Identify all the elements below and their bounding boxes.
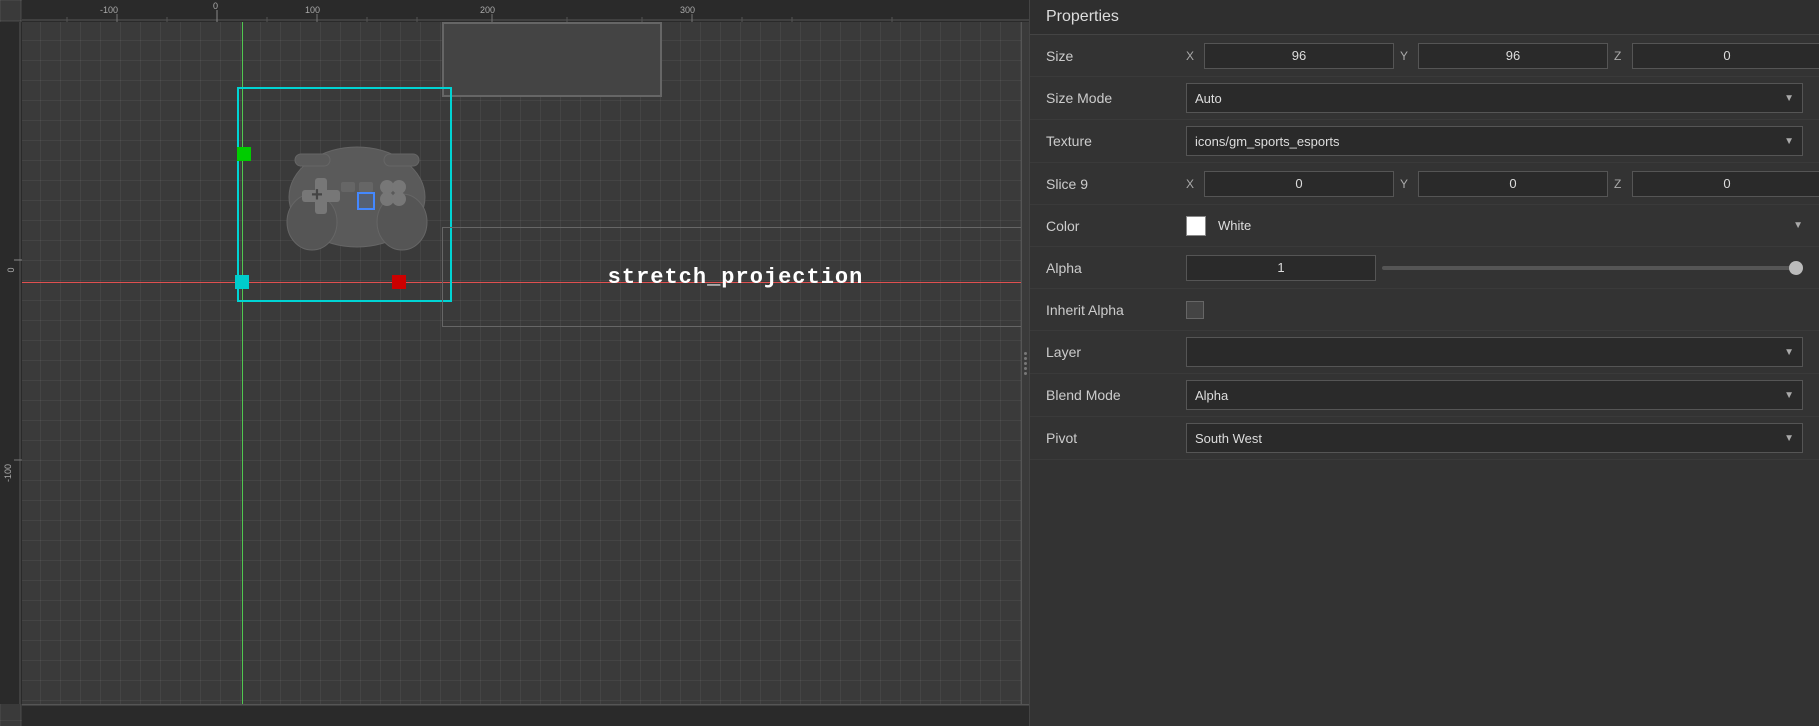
size-y-group: Y	[1400, 43, 1608, 69]
handle-bottom-left[interactable]	[235, 275, 249, 289]
size-z-input[interactable]	[1632, 43, 1819, 69]
svg-text:-100: -100	[3, 464, 13, 482]
size-z-group: Z	[1614, 43, 1819, 69]
prop-row-blend-mode: Blend Mode Alpha ▼	[1030, 374, 1819, 417]
prop-row-layer: Layer ▼	[1030, 331, 1819, 374]
color-label: Color	[1046, 218, 1186, 234]
gray-rect-top	[442, 22, 662, 97]
blend-mode-label: Blend Mode	[1046, 387, 1186, 403]
stretch-projection-box: stretch_projection	[442, 227, 1029, 327]
size-x-input[interactable]	[1204, 43, 1394, 69]
slice9-y-input[interactable]	[1418, 171, 1608, 197]
prop-row-inherit-alpha: Inherit Alpha	[1030, 289, 1819, 331]
slice9-y-label: Y	[1400, 177, 1414, 191]
divider-dot	[1024, 352, 1027, 355]
blend-mode-dropdown[interactable]: Alpha ▼	[1186, 380, 1803, 410]
pivot-dropdown[interactable]: South West ▼	[1186, 423, 1803, 453]
divider-dot	[1024, 367, 1027, 370]
size-mode-text: Auto	[1195, 91, 1222, 106]
size-x-group: X	[1186, 43, 1394, 69]
texture-label: Texture	[1046, 133, 1186, 149]
blue-selection-square	[357, 192, 375, 210]
alpha-thumb[interactable]	[1789, 261, 1803, 275]
slice9-label: Slice 9	[1046, 176, 1186, 192]
pivot-arrow: ▼	[1784, 433, 1794, 444]
color-value: White ▼	[1186, 216, 1803, 236]
color-dropdown-arrow: ▼	[1793, 220, 1803, 231]
svg-text:300: 300	[680, 5, 695, 15]
properties-panel: Properties Size X Y Z Size Mode Auto ▼	[1029, 0, 1819, 726]
prop-row-texture: Texture icons/gm_sports_esports ▼	[1030, 120, 1819, 163]
prop-row-pivot: Pivot South West ▼	[1030, 417, 1819, 460]
size-y-input[interactable]	[1418, 43, 1608, 69]
stretch-projection-label: stretch_projection	[608, 265, 864, 290]
svg-text:0: 0	[213, 1, 218, 11]
color-name-text: White	[1218, 218, 1251, 233]
slice9-x-input[interactable]	[1204, 171, 1394, 197]
blend-mode-arrow: ▼	[1784, 390, 1794, 401]
pivot-value: South West ▼	[1186, 423, 1803, 453]
size-y-label: Y	[1400, 49, 1414, 63]
pivot-text: South West	[1195, 431, 1262, 446]
alpha-slider-container	[1382, 266, 1803, 270]
texture-arrow: ▼	[1784, 136, 1794, 147]
layer-value: ▼	[1186, 337, 1803, 367]
size-x-label: X	[1186, 49, 1200, 63]
svg-text:200: 200	[480, 5, 495, 15]
divider-dot	[1024, 362, 1027, 365]
svg-text:0: 0	[6, 267, 16, 272]
size-value: X Y Z	[1186, 43, 1819, 69]
size-mode-dropdown[interactable]: Auto ▼	[1186, 83, 1803, 113]
svg-text:-100: -100	[100, 5, 118, 15]
slice9-value: X Y Z W	[1186, 171, 1819, 197]
layer-dropdown[interactable]: ▼	[1186, 337, 1803, 367]
alpha-label: Alpha	[1046, 260, 1186, 276]
prop-row-alpha: Alpha	[1030, 247, 1819, 289]
slice9-z-group: Z	[1614, 171, 1819, 197]
texture-dropdown[interactable]: icons/gm_sports_esports ▼	[1186, 126, 1803, 156]
handle-top-left[interactable]	[237, 147, 251, 161]
size-mode-label: Size Mode	[1046, 90, 1186, 106]
divider-dot	[1024, 357, 1027, 360]
size-mode-arrow: ▼	[1784, 93, 1794, 104]
color-swatch[interactable]	[1186, 216, 1206, 236]
ruler-top: -100 0 100 200 300	[22, 0, 1029, 22]
layer-arrow: ▼	[1784, 347, 1794, 358]
alpha-input[interactable]	[1186, 255, 1376, 281]
texture-text: icons/gm_sports_esports	[1195, 134, 1340, 149]
prop-row-size-mode: Size Mode Auto ▼	[1030, 77, 1819, 120]
divider-dot	[1024, 372, 1027, 375]
pivot-label: Pivot	[1046, 430, 1186, 446]
svg-text:100: 100	[305, 5, 320, 15]
canvas-area[interactable]: -100 0 100 200 300	[0, 0, 1029, 726]
blend-mode-text: Alpha	[1195, 388, 1228, 403]
ruler-bottom	[22, 704, 1029, 726]
inherit-alpha-label: Inherit Alpha	[1046, 302, 1186, 318]
slice9-z-input[interactable]	[1632, 171, 1819, 197]
blend-mode-value: Alpha ▼	[1186, 380, 1803, 410]
canvas-content: + stretch_projection	[22, 22, 1029, 704]
slice9-x-label: X	[1186, 177, 1200, 191]
alpha-value	[1186, 255, 1803, 281]
prop-row-slice9: Slice 9 X Y Z W	[1030, 163, 1819, 205]
slice9-x-group: X	[1186, 171, 1394, 197]
svg-text:+: +	[311, 184, 323, 206]
panel-divider[interactable]	[1021, 22, 1029, 704]
slice9-y-group: Y	[1400, 171, 1608, 197]
inherit-alpha-checkbox[interactable]	[1186, 301, 1204, 319]
size-mode-value: Auto ▼	[1186, 83, 1803, 113]
inherit-alpha-value	[1186, 301, 1803, 319]
slice9-z-label: Z	[1614, 177, 1628, 191]
size-z-label: Z	[1614, 49, 1628, 63]
layer-label: Layer	[1046, 344, 1186, 360]
prop-row-color: Color White ▼	[1030, 205, 1819, 247]
size-label: Size	[1046, 48, 1186, 64]
handle-bottom-right[interactable]	[392, 275, 406, 289]
ruler-left: 0 -100	[0, 22, 22, 704]
panel-title: Properties	[1030, 0, 1819, 35]
prop-row-size: Size X Y Z	[1030, 35, 1819, 77]
texture-value: icons/gm_sports_esports ▼	[1186, 126, 1803, 156]
alpha-track[interactable]	[1382, 266, 1803, 270]
